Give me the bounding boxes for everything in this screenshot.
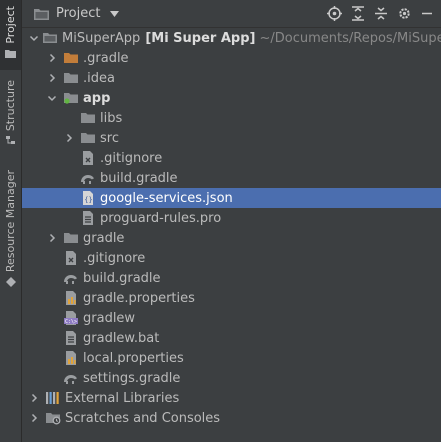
folder-icon bbox=[64, 73, 78, 83]
tree-label: settings.gradle bbox=[83, 370, 181, 386]
tree-row-src[interactable]: src bbox=[22, 128, 441, 148]
tree-label: build.gradle bbox=[100, 170, 178, 186]
tree-row-root[interactable]: MiSuperApp [Mi Super App] ~/Documents/Re… bbox=[22, 28, 441, 48]
chevron-down-icon[interactable] bbox=[46, 92, 58, 104]
library-icon bbox=[46, 392, 59, 404]
chevron-right-icon[interactable] bbox=[63, 132, 75, 144]
chevron-right-icon[interactable] bbox=[28, 412, 40, 424]
tool-window-strip: Project Structure Resource Manager bbox=[0, 0, 22, 442]
tree-row-google-services-json[interactable]: {} google-services.json bbox=[22, 188, 441, 208]
gitignore-file-icon bbox=[66, 251, 76, 265]
gitignore-file-icon bbox=[83, 151, 93, 165]
folder-icon bbox=[5, 49, 16, 58]
project-folder-icon bbox=[34, 9, 49, 20]
tree-row-gradle-properties[interactable]: gradle.properties bbox=[22, 288, 441, 308]
folder-icon bbox=[64, 233, 78, 243]
hide-panel-icon[interactable] bbox=[421, 6, 433, 21]
module-name: [Mi Super App] bbox=[145, 30, 256, 46]
tree-label: app bbox=[83, 90, 111, 106]
project-name: MiSuperApp bbox=[62, 30, 141, 46]
json-file-icon: {} bbox=[83, 191, 93, 205]
tree-label: .gitignore bbox=[83, 250, 146, 266]
view-selector-title[interactable]: Project bbox=[56, 6, 100, 21]
project-header: Project bbox=[22, 0, 441, 28]
tree-label: .gradle bbox=[83, 50, 129, 66]
svg-text:{}: {} bbox=[84, 196, 92, 204]
tree-row-idea[interactable]: .idea bbox=[22, 68, 441, 88]
chevron-down-icon[interactable] bbox=[28, 32, 40, 44]
tree-label: gradlew bbox=[83, 310, 136, 326]
tree-row-app[interactable]: app bbox=[22, 88, 441, 108]
tree-label: External Libraries bbox=[65, 390, 180, 406]
tree-row-settings-gradle[interactable]: settings.gradle bbox=[22, 368, 441, 388]
text-file-icon bbox=[83, 211, 93, 225]
tree-label: google-services.json bbox=[100, 190, 233, 206]
structure-icon bbox=[5, 136, 15, 145]
tree-label: build.gradle bbox=[83, 270, 161, 286]
chevron-right-icon[interactable] bbox=[46, 72, 58, 84]
tree-label: Scratches and Consoles bbox=[65, 410, 221, 426]
tree-label: gradle.properties bbox=[83, 290, 195, 306]
tab-project[interactable]: Project bbox=[0, 0, 21, 70]
resource-icon bbox=[5, 277, 16, 288]
locate-icon[interactable] bbox=[327, 6, 342, 21]
excluded-folder-icon bbox=[64, 53, 78, 63]
scratches-icon bbox=[46, 413, 61, 425]
project-folder-icon bbox=[43, 33, 57, 43]
tree-row-app-build-gradle[interactable]: build.gradle bbox=[22, 168, 441, 188]
svg-text:C:\>: C:\> bbox=[65, 319, 77, 325]
tab-resource-manager[interactable]: Resource Manager bbox=[0, 170, 21, 290]
folder-icon bbox=[81, 133, 95, 143]
gradle-icon bbox=[64, 375, 77, 384]
tree-row-scratches-and-consoles[interactable]: Scratches and Consoles bbox=[22, 408, 441, 428]
chevron-down-icon[interactable] bbox=[110, 10, 120, 17]
gear-icon[interactable] bbox=[397, 6, 412, 21]
expand-all-icon[interactable] bbox=[351, 6, 365, 21]
text-file-icon bbox=[66, 331, 76, 345]
tree-label: src bbox=[100, 130, 119, 146]
tree-label: .idea bbox=[83, 70, 115, 86]
tab-project-label: Project bbox=[4, 6, 17, 44]
chevron-right-icon[interactable] bbox=[28, 392, 40, 404]
tree-row-app-gitignore[interactable]: .gitignore bbox=[22, 148, 441, 168]
tree-row-libs[interactable]: libs bbox=[22, 108, 441, 128]
properties-file-icon bbox=[66, 351, 76, 365]
tab-resource-manager-label: Resource Manager bbox=[4, 170, 17, 273]
tab-structure[interactable]: Structure bbox=[0, 80, 21, 150]
tree-row-root-gitignore[interactable]: .gitignore bbox=[22, 248, 441, 268]
tree-label: proguard-rules.pro bbox=[100, 210, 222, 226]
header-toolbar bbox=[327, 6, 433, 21]
tree-label: gradlew.bat bbox=[83, 330, 160, 346]
tree-label: libs bbox=[100, 110, 123, 126]
collapse-all-icon[interactable] bbox=[374, 6, 388, 21]
tree-row-gradle-folder[interactable]: gradle bbox=[22, 228, 441, 248]
chevron-right-icon[interactable] bbox=[46, 232, 58, 244]
tree-label: .gitignore bbox=[100, 150, 163, 166]
shell-script-icon: C:\> bbox=[64, 311, 78, 325]
gradle-icon bbox=[64, 275, 77, 284]
project-tree: MiSuperApp [Mi Super App] ~/Documents/Re… bbox=[22, 28, 441, 442]
tree-row-root-build-gradle[interactable]: build.gradle bbox=[22, 268, 441, 288]
tree-row-local-properties[interactable]: local.properties bbox=[22, 348, 441, 368]
chevron-right-icon[interactable] bbox=[46, 52, 58, 64]
properties-file-icon bbox=[66, 291, 76, 305]
project-path: ~/Documents/Repos/MiSuperApp bbox=[259, 30, 441, 46]
tree-label: gradle bbox=[83, 230, 125, 246]
tree-row-external-libraries[interactable]: External Libraries bbox=[22, 388, 441, 408]
tree-row-dot-gradle[interactable]: .gradle bbox=[22, 48, 441, 68]
folder-icon bbox=[81, 113, 95, 123]
module-folder-icon bbox=[64, 93, 78, 104]
tree-row-gradlew-bat[interactable]: gradlew.bat bbox=[22, 328, 441, 348]
gradle-icon bbox=[81, 175, 94, 184]
tree-label: local.properties bbox=[83, 350, 184, 366]
tree-row-proguard-rules[interactable]: proguard-rules.pro bbox=[22, 208, 441, 228]
tab-structure-label: Structure bbox=[4, 80, 17, 132]
tree-row-gradlew[interactable]: C:\> gradlew bbox=[22, 308, 441, 328]
